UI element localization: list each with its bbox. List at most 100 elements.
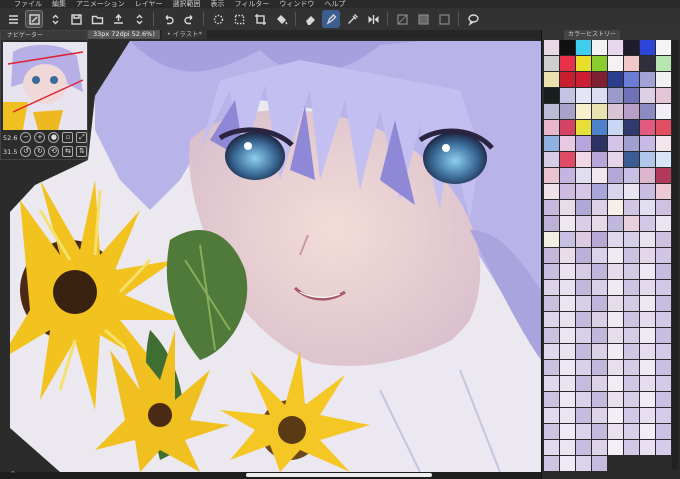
color-swatch[interactable] [560,168,575,183]
color-swatch[interactable] [624,376,639,391]
color-swatch[interactable] [608,424,623,439]
color-swatch[interactable] [656,264,671,279]
rotation-value[interactable]: 31.5 [3,148,17,156]
stepper-button-2[interactable] [130,10,148,28]
color-swatch[interactable] [544,104,559,119]
color-swatch[interactable] [656,136,671,151]
color-swatch[interactable] [624,280,639,295]
color-swatch[interactable] [544,120,559,135]
color-swatch[interactable] [592,280,607,295]
color-swatch[interactable] [576,40,591,55]
color-swatch[interactable] [608,216,623,231]
color-swatch[interactable] [560,200,575,215]
color-swatch[interactable] [656,280,671,295]
color-swatch[interactable] [608,168,623,183]
color-swatch[interactable] [576,376,591,391]
color-swatch[interactable] [656,40,671,55]
zoom-value[interactable]: 52.6 [3,134,17,142]
color-swatch[interactable] [560,440,575,455]
color-swatch[interactable] [656,328,671,343]
color-swatch[interactable] [544,376,559,391]
zoom-out-button[interactable]: − [20,132,32,143]
color-swatch[interactable] [656,72,671,87]
color-swatch[interactable] [544,248,559,263]
color-swatch[interactable] [608,120,623,135]
color-swatch[interactable] [608,184,623,199]
color-swatch[interactable] [544,88,559,103]
color-swatch[interactable] [624,328,639,343]
pen-button[interactable] [322,10,340,28]
color-swatch[interactable] [544,360,559,375]
color-swatch[interactable] [576,104,591,119]
color-swatch[interactable] [544,392,559,407]
color-swatch[interactable] [544,72,559,87]
color-swatch[interactable] [624,104,639,119]
color-swatch[interactable] [656,216,671,231]
eyedropper-button[interactable] [343,10,361,28]
color-swatch[interactable] [576,328,591,343]
color-swatch[interactable] [608,328,623,343]
color-swatch[interactable] [640,120,655,135]
selection-button[interactable] [209,10,227,28]
color-swatch[interactable] [576,152,591,167]
color-swatch[interactable] [592,440,607,455]
color-swatch[interactable] [576,296,591,311]
color-swatch[interactable] [592,40,607,55]
color-swatch[interactable] [656,88,671,103]
color-swatch[interactable] [592,328,607,343]
color-swatch[interactable] [592,312,607,327]
color-swatch[interactable] [592,360,607,375]
color-swatch[interactable] [544,456,559,471]
color-swatch[interactable] [592,72,607,87]
color-swatch[interactable] [656,440,671,455]
color-swatch[interactable] [544,312,559,327]
color-swatch[interactable] [560,40,575,55]
color-swatch[interactable] [576,344,591,359]
color-swatch[interactable] [560,88,575,103]
color-swatch[interactable] [592,200,607,215]
color-swatch[interactable] [560,264,575,279]
color-swatch[interactable] [608,264,623,279]
color-swatch[interactable] [560,104,575,119]
color-swatch[interactable] [640,232,655,247]
color-swatch[interactable] [608,200,623,215]
color-swatch[interactable] [640,264,655,279]
color-swatch[interactable] [592,184,607,199]
color-swatch[interactable] [624,200,639,215]
flip-vertical-button[interactable]: ⇅ [76,146,88,157]
color-swatch[interactable] [640,312,655,327]
color-swatch[interactable] [640,72,655,87]
color-swatch[interactable] [624,344,639,359]
color-swatch[interactable] [592,152,607,167]
color-swatch[interactable] [544,56,559,71]
color-swatch[interactable] [560,280,575,295]
navigator-thumbnail[interactable] [3,42,87,130]
color-swatch[interactable] [624,392,639,407]
color-swatch[interactable] [544,216,559,231]
color-swatch[interactable] [544,424,559,439]
color-swatch[interactable] [624,408,639,423]
menu-animation[interactable]: アニメーション [76,0,125,8]
color-swatch[interactable] [560,456,575,471]
color-swatch[interactable] [592,248,607,263]
color-swatch[interactable] [624,424,639,439]
option-button-3[interactable] [435,10,453,28]
rotate-right-button[interactable]: ↻ [34,146,46,157]
menu-filter[interactable]: フィルター [235,0,270,8]
color-swatch[interactable] [560,232,575,247]
zoom-in-button[interactable]: + [34,132,46,143]
menu-window[interactable]: ウィンドウ [279,0,314,8]
color-swatch[interactable] [608,312,623,327]
color-swatch[interactable] [608,280,623,295]
color-swatch[interactable] [608,408,623,423]
color-swatch[interactable] [592,392,607,407]
color-swatch[interactable] [640,136,655,151]
color-swatch[interactable] [576,312,591,327]
rotate-left-button[interactable]: ↺ [20,146,32,157]
color-swatch[interactable] [656,408,671,423]
color-swatch[interactable] [576,360,591,375]
color-history-tab[interactable]: カラーヒストリー [564,30,621,40]
color-swatch[interactable] [640,88,655,103]
color-swatch[interactable] [656,168,671,183]
color-swatch[interactable] [624,88,639,103]
